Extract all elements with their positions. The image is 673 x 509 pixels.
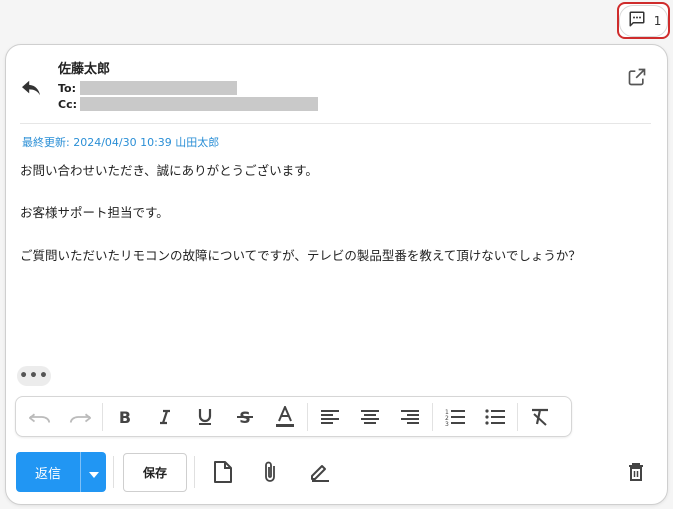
strikethrough-icon[interactable]: S — [225, 397, 265, 437]
signature-icon[interactable] — [308, 460, 332, 484]
body-line: お問い合わせいただき、誠にありがとうございます。 — [20, 163, 318, 178]
save-button[interactable]: 保存 — [123, 453, 187, 492]
open-external-icon[interactable] — [627, 67, 647, 91]
undo-icon[interactable] — [20, 397, 60, 437]
attach-icon[interactable] — [258, 460, 282, 484]
template-icon[interactable] — [211, 460, 235, 484]
reply-options-button[interactable] — [81, 452, 106, 492]
sender-name: 佐藤太郎 — [58, 62, 111, 77]
action-separator — [113, 456, 114, 488]
body-line: ご質問いただいたリモコンの故障についてですが、テレビの製品型番を教えて頂けないで… — [20, 247, 581, 263]
last-updated-text: 最終更新: 2024/04/30 10:39 山田太郎 — [22, 136, 220, 149]
svg-text:3: 3 — [445, 421, 449, 426]
align-center-icon[interactable] — [350, 397, 390, 437]
to-redacted — [80, 81, 237, 95]
body-line: お客様サポート担当です。 — [20, 205, 169, 221]
chevron-down-icon — [88, 463, 99, 482]
toolbar-separator — [432, 402, 433, 431]
cc-row: Cc: — [58, 97, 318, 111]
header-divider — [20, 123, 651, 124]
comment-count: 1 — [653, 13, 662, 28]
show-more-button[interactable]: ••• — [17, 366, 51, 386]
align-left-icon[interactable] — [310, 397, 350, 437]
message-body[interactable]: お問い合わせいただき、誠にありがとうございます。 お客様サポート担当です。 ご質… — [20, 163, 657, 264]
to-row: To: — [58, 81, 237, 95]
comments-button[interactable]: 1 — [618, 4, 669, 37]
format-toolbar: B S 123 — [15, 396, 572, 437]
comment-icon — [628, 10, 646, 32]
italic-icon[interactable] — [145, 397, 185, 437]
bold-icon[interactable]: B — [105, 397, 145, 437]
cc-redacted — [80, 97, 318, 111]
clear-format-icon[interactable] — [520, 397, 560, 437]
numbered-list-icon[interactable]: 123 — [435, 397, 475, 437]
reply-button-group: 返信 — [16, 452, 106, 492]
toolbar-separator — [517, 402, 518, 431]
redo-icon[interactable] — [60, 397, 100, 437]
message-card: 佐藤太郎 To: Cc: 最終更新: 2024/04/30 10:39 山田太郎… — [5, 44, 668, 505]
toolbar-separator — [307, 402, 308, 431]
align-right-icon[interactable] — [390, 397, 430, 437]
underline-icon[interactable] — [185, 397, 225, 437]
action-separator — [194, 456, 195, 488]
reply-button[interactable]: 返信 — [16, 452, 80, 492]
font-color-icon[interactable] — [265, 397, 305, 437]
cc-label: Cc: — [58, 97, 77, 111]
comments-highlight[interactable]: 1 — [617, 2, 670, 39]
svg-text:B: B — [119, 409, 131, 425]
bulleted-list-icon[interactable] — [475, 397, 515, 437]
to-label: To: — [58, 81, 76, 95]
reply-arrow-icon[interactable] — [20, 79, 42, 101]
toolbar-separator — [102, 402, 103, 431]
delete-icon[interactable] — [624, 460, 648, 484]
